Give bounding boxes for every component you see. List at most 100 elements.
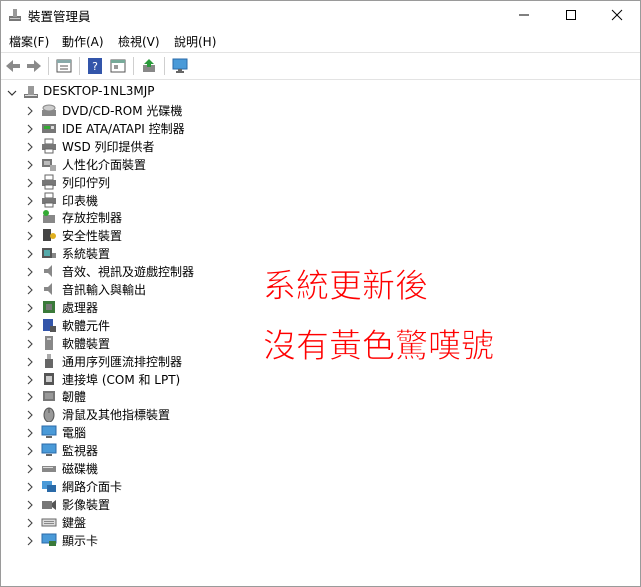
tree-item-label: WSD 列印提供者 [62,139,155,154]
tree-item[interactable]: 軟體裝置 [1,334,301,352]
tree-item[interactable]: 存放控制器 [1,208,301,226]
tree-item[interactable]: 處理器 [1,298,301,316]
security-icon [41,227,57,243]
properties-icon[interactable] [55,57,73,75]
tree-item[interactable]: 顯示卡 [1,531,301,549]
tree-item-label: 處理器 [62,300,99,315]
chevron-right-icon[interactable] [25,499,35,510]
svg-text:?: ? [92,60,98,73]
tree-item[interactable]: 印表機 [1,191,301,209]
printer-icon [41,138,57,154]
speaker-icon [41,281,57,297]
chevron-right-icon[interactable] [25,230,35,241]
tree-item-label: 軟體裝置 [62,336,111,351]
chevron-right-icon[interactable] [25,427,35,438]
chevron-right-icon[interactable] [25,535,35,545]
toolbar: ? [1,52,640,80]
chevron-right-icon[interactable] [25,391,35,402]
tree-item-label: 鍵盤 [62,515,87,530]
tree-item-label: 系統裝置 [62,247,111,262]
tree-item[interactable]: DVD/CD-ROM 光碟機 [1,101,301,119]
chevron-right-icon[interactable] [25,302,35,313]
chevron-right-icon[interactable] [25,409,35,420]
tree-item[interactable]: 滑鼠及其他指標裝置 [1,405,301,423]
chevron-right-icon[interactable] [25,195,35,205]
toolbar-separator [164,57,165,75]
chevron-right-icon[interactable] [25,445,35,456]
annotation-line-1: 系統更新後 [263,266,429,306]
tree-item[interactable]: 系統裝置 [1,244,301,262]
menu-view[interactable]: 檢視(V) [118,33,160,50]
tree-item[interactable]: IDE ATA/ATAPI 控制器 [1,119,301,137]
tree-item[interactable]: 電腦 [1,423,301,441]
update-driver-icon[interactable] [140,57,158,75]
minimize-button[interactable] [501,1,547,28]
chevron-right-icon[interactable] [25,123,35,134]
chevron-right-icon[interactable] [25,338,35,349]
annotation-line-2: 沒有黃色驚嘆號 [263,326,495,366]
chevron-right-icon[interactable] [25,266,35,277]
chevron-right-icon[interactable] [25,374,35,384]
chevron-down-icon[interactable] [7,87,17,97]
tree-item[interactable]: 安全性裝置 [1,226,301,244]
tree-item[interactable]: 軟體元件 [1,316,301,334]
tree-item-label: 網路介面卡 [62,479,123,494]
tree-item[interactable]: 音訊輸入與輸出 [1,280,301,298]
tree-root[interactable]: DESKTOP-1NL3MJP [1,83,301,101]
firmware-icon [41,388,57,404]
tree-item[interactable]: 連接埠 (COM 和 LPT) [1,370,301,388]
menu-bar: 檔案(F) 動作(A) 檢視(V) 說明(H) [1,29,640,51]
tree-item[interactable]: 影像裝置 [1,495,301,513]
chevron-right-icon[interactable] [25,517,35,528]
chevron-right-icon[interactable] [25,212,35,223]
menu-file[interactable]: 檔案(F) [9,33,49,50]
monitor-scan-icon[interactable] [171,57,189,75]
chevron-right-icon[interactable] [25,481,35,492]
tree-item[interactable]: 人性化介面裝置 [1,155,301,173]
tree-item[interactable]: 音效、視訊及遊戲控制器 [1,262,301,280]
window-title: 裝置管理員 [28,9,91,24]
maximize-button[interactable] [548,1,594,28]
chevron-right-icon[interactable] [25,177,35,187]
close-button[interactable] [594,1,640,28]
software-device-icon [41,335,57,351]
tree-item-label: 磁碟機 [62,462,99,476]
software-component-icon [41,317,57,333]
tree-item-label: 存放控制器 [62,211,123,226]
tree-item-label: 音效、視訊及遊戲控制器 [62,265,195,280]
computer-root-icon [23,84,39,100]
back-icon[interactable] [4,57,22,75]
tree-item-label: 列印佇列 [62,175,111,190]
tree-item[interactable]: WSD 列印提供者 [1,137,301,155]
tree-item[interactable]: 列印佇列 [1,173,301,191]
forward-icon[interactable] [25,57,43,75]
chevron-right-icon[interactable] [25,356,35,366]
menu-help[interactable]: 說明(H) [174,33,216,50]
tree-item-label: 韌體 [62,390,87,405]
chevron-right-icon[interactable] [25,105,35,116]
chevron-right-icon[interactable] [25,159,35,170]
tree-item-label: 軟體元件 [62,318,111,333]
ide-controller-icon [41,120,57,136]
chevron-right-icon[interactable] [25,284,35,295]
tree-item-label: DVD/CD-ROM 光碟機 [62,104,183,118]
chevron-right-icon[interactable] [25,248,35,259]
tree-item[interactable]: 通用序列匯流排控制器 [1,352,301,370]
help-icon[interactable]: ? [86,57,104,75]
view-icon[interactable] [109,57,127,75]
toolbar-separator [48,57,49,75]
tree-item[interactable]: 韌體 [1,387,301,405]
tree-item[interactable]: 網路介面卡 [1,477,301,495]
device-manager-window: 裝置管理員 檔案(F) 動作(A) 檢視(V) 說明(H) ? DESKTOP-… [0,0,641,587]
tree-item[interactable]: 鍵盤 [1,513,301,531]
disk-icon [41,460,57,476]
chevron-right-icon[interactable] [25,463,35,474]
tree-item-label: IDE ATA/ATAPI 控制器 [62,121,185,136]
speaker-icon [41,263,57,279]
chevron-right-icon[interactable] [25,320,35,331]
chevron-right-icon[interactable] [25,141,35,152]
tree-item[interactable]: 監視器 [1,441,301,459]
menu-action[interactable]: 動作(A) [62,33,104,50]
usb-icon [41,353,57,369]
tree-item[interactable]: 磁碟機 [1,459,301,477]
